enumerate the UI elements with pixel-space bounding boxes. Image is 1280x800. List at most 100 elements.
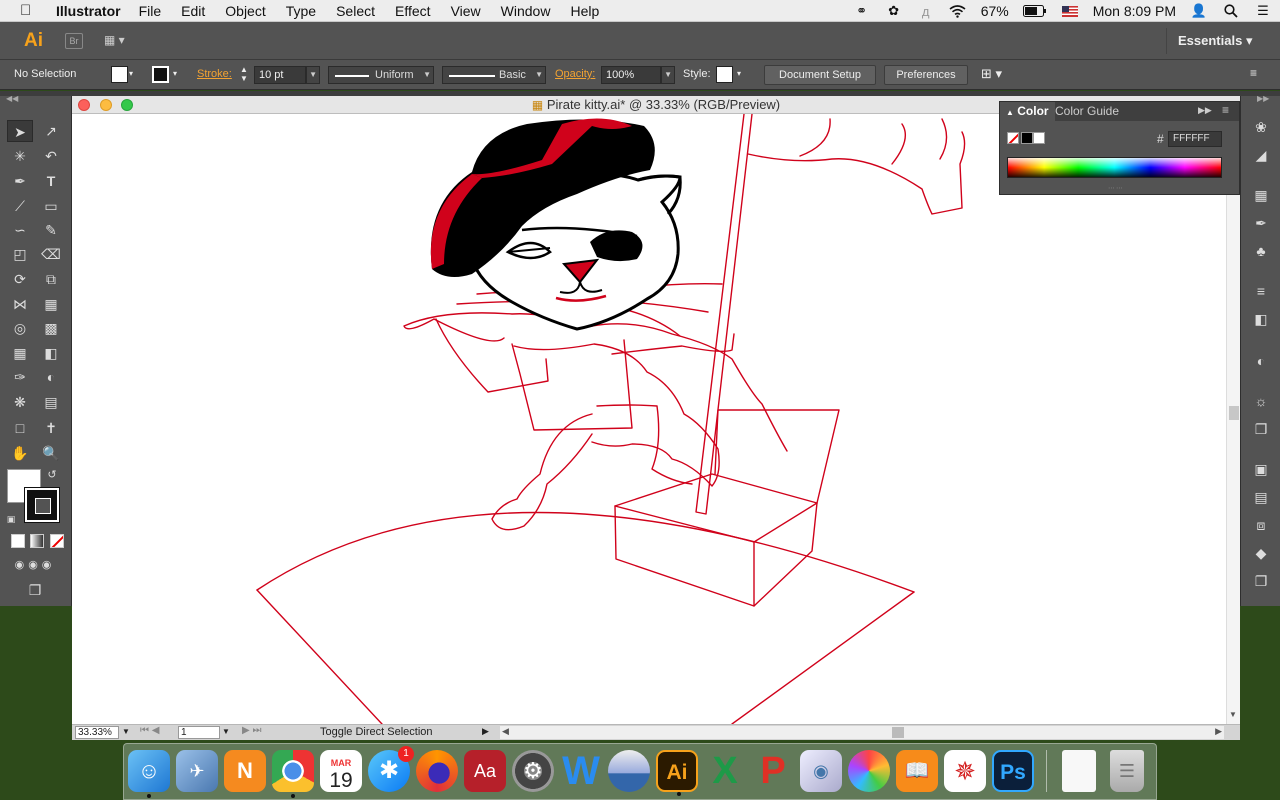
blend-tool-icon[interactable]: ◐ [38, 366, 64, 388]
creative-cloud-icon[interactable]: ⚭ [853, 3, 871, 18]
resize-handle[interactable]: ⋯⋯ [1108, 184, 1124, 192]
nova-icon[interactable]: N [224, 750, 266, 792]
menu-file[interactable]: File [139, 3, 162, 19]
hex-value-field[interactable]: FFFFFF [1168, 131, 1222, 147]
zoom-level-field[interactable]: 33.33% [75, 726, 119, 739]
tab-color[interactable]: ▲ Color [1000, 102, 1055, 121]
default-colors-icon[interactable]: ▣ [3, 508, 19, 530]
artboard-tool-icon[interactable]: □ [7, 417, 33, 439]
pirate-kitty-artwork[interactable] [72, 114, 1226, 724]
adobe-acrobat-icon[interactable]: ✵ [944, 750, 986, 792]
vertical-scroll-thumb[interactable] [1229, 406, 1239, 420]
scroll-left-icon[interactable]: ◀ [502, 726, 509, 737]
time-machine-icon[interactable] [608, 750, 650, 792]
stroke-panel-icon[interactable]: ≡ [1252, 282, 1270, 300]
vertical-scrollbar[interactable]: ▼ [1226, 114, 1240, 724]
width-tool-icon[interactable]: ⋈ [7, 293, 33, 315]
us-flag-icon[interactable] [1061, 4, 1079, 18]
photo-booth-icon[interactable]: ◉ [800, 750, 842, 792]
line-tool-icon[interactable]: ⟋ [7, 195, 33, 217]
column-graph-tool-icon[interactable]: ▤ [38, 391, 64, 413]
menu-effect[interactable]: Effect [395, 3, 431, 19]
expand-dock-icon[interactable]: ▶▶ [1257, 94, 1269, 103]
pathfinder-icon[interactable]: ⧈ [1252, 516, 1270, 534]
hand-tool-icon[interactable]: ✋ [7, 442, 33, 464]
gradient-tool-icon[interactable]: ◧ [38, 342, 64, 364]
microsoft-word-icon[interactable]: W [560, 750, 602, 792]
variable-width-profile[interactable]: Uniform ▼ [328, 66, 434, 84]
graphic-style-swatch[interactable] [716, 66, 733, 83]
screen-mode-icon[interactable]: ❐ [22, 579, 48, 601]
dictionary-icon[interactable]: Aa [464, 750, 506, 792]
app-store-icon[interactable]: ✱ 1 [368, 746, 414, 792]
color-guide-icon[interactable]: ◢ [1252, 146, 1270, 164]
gradient-mode-icon[interactable] [30, 534, 44, 548]
scroll-right-icon[interactable]: ▶ [1215, 726, 1222, 737]
wifi-icon[interactable] [949, 4, 967, 18]
arrange-documents-button[interactable]: ▦ ▾ [104, 33, 134, 49]
perspective-grid-tool-icon[interactable]: ▩ [38, 317, 64, 339]
stroke-weight-stepper[interactable]: ▲ ▼ [240, 65, 248, 83]
battery-percent[interactable]: 67% [981, 3, 1009, 19]
photos-icon[interactable] [848, 750, 890, 792]
stroke-color-box[interactable] [24, 487, 60, 523]
microsoft-excel-icon[interactable]: X [704, 750, 746, 792]
ibooks-icon[interactable]: 📖 [896, 750, 938, 792]
graphic-styles-icon[interactable]: ❐ [1252, 420, 1270, 438]
slice-tool-icon[interactable]: ✝ [38, 417, 64, 439]
pen-tool-icon[interactable]: ✒ [7, 170, 33, 192]
chrome-icon[interactable] [272, 750, 314, 798]
selection-tool-icon[interactable]: ➤ [7, 120, 33, 142]
horizontal-scroll-thumb[interactable] [892, 727, 904, 738]
panel-menu-icon[interactable]: ≡ [1250, 66, 1257, 80]
tab-color-guide[interactable]: Color Guide [1049, 102, 1125, 121]
chevron-down-icon[interactable]: ▾ [129, 69, 133, 78]
symbols-icon[interactable]: ♣ [1252, 242, 1270, 260]
menu-select[interactable]: Select [336, 3, 375, 19]
collapse-icon[interactable]: ◀◀ [6, 94, 18, 103]
system-preferences-icon[interactable]: ⚙ [512, 750, 554, 792]
workspace-switcher[interactable]: Essentials ▾ [1178, 33, 1252, 49]
calendar-icon[interactable]: MAR 19 [320, 750, 362, 792]
stroke-weight-dropdown[interactable]: ▼ [306, 66, 320, 84]
notification-center-icon[interactable]: ☰ [1254, 3, 1272, 18]
menu-window[interactable]: Window [501, 3, 551, 19]
artboards-icon[interactable]: ❐ [1252, 572, 1270, 590]
user-icon[interactable]: 👤 [1190, 3, 1208, 18]
brushes-icon[interactable]: ✒ [1252, 214, 1270, 232]
expand-panel-icon[interactable]: ▶▶ [1198, 105, 1212, 116]
rectangle-tool-icon[interactable]: ▭ [38, 195, 64, 217]
firefox-icon[interactable] [416, 750, 458, 792]
drawing-modes-icon[interactable]: ◉◉◉ [5, 554, 65, 576]
app-menu[interactable]: Illustrator [56, 3, 121, 19]
white-swatch[interactable] [1033, 132, 1045, 144]
type-tool-icon[interactable]: T [38, 170, 64, 192]
scale-tool-icon[interactable]: ⧉ [38, 268, 64, 290]
preferences-button[interactable]: Preferences [884, 65, 968, 85]
lasso-tool-icon[interactable]: ↶ [38, 145, 64, 167]
clock[interactable]: Mon 8:09 PM [1093, 3, 1176, 19]
zoom-dropdown-icon[interactable]: ▼ [122, 727, 130, 736]
align-icon[interactable]: ⊞ ▾ [981, 66, 1002, 82]
stroke-swatch[interactable] [152, 66, 169, 83]
transform-icon[interactable]: ▣ [1252, 460, 1270, 478]
align-panel-icon[interactable]: ▤ [1252, 488, 1270, 506]
brush-definition[interactable]: Basic ▼ [442, 66, 546, 84]
document-setup-button[interactable]: Document Setup [764, 65, 876, 85]
adobe-illustrator-icon[interactable]: Ai [656, 750, 698, 796]
swap-colors-icon[interactable]: ↺ [44, 464, 60, 486]
none-swatch[interactable] [1007, 132, 1019, 144]
first-artboard-icon[interactable]: ⏮ ◀ [140, 725, 159, 736]
artboard-canvas[interactable] [72, 114, 1226, 724]
adobe-photoshop-icon[interactable]: Ps [992, 750, 1034, 792]
opacity-dropdown[interactable]: ▼ [661, 66, 675, 84]
free-transform-tool-icon[interactable]: ▦ [38, 293, 64, 315]
paintbrush-tool-icon[interactable]: ∽ [7, 219, 33, 241]
menu-object[interactable]: Object [225, 3, 265, 19]
swatches-icon[interactable]: ▦ [1252, 186, 1270, 204]
black-swatch[interactable] [1021, 132, 1033, 144]
menu-edit[interactable]: Edit [181, 3, 205, 19]
fill-swatch[interactable] [111, 66, 128, 83]
documents-stack-icon[interactable] [1062, 750, 1096, 792]
bridge-button[interactable]: Br [65, 33, 83, 49]
